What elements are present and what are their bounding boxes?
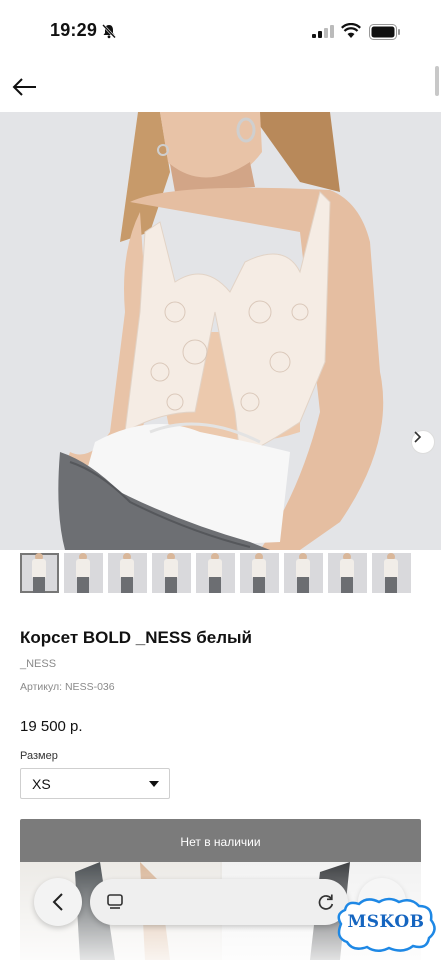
thumbnail-2[interactable] <box>64 553 103 593</box>
watermark-logo: MSKOB <box>333 894 439 956</box>
size-select[interactable]: XS <box>20 768 170 799</box>
out-of-stock-button[interactable]: Нет в наличии <box>20 819 421 865</box>
cellular-signal-icon <box>312 25 334 38</box>
chevron-right-icon <box>414 431 422 443</box>
address-bar[interactable] <box>90 879 348 925</box>
thumbnail-3[interactable] <box>108 553 147 593</box>
thumbnail-8[interactable] <box>328 553 367 593</box>
product-price: 19 500 р. <box>20 718 83 735</box>
status-time: 19:29 <box>50 20 98 40</box>
thumbnail-strip <box>20 553 411 595</box>
product-photo-illustration <box>0 112 441 550</box>
thumbnail-6[interactable] <box>240 553 279 593</box>
chevron-left-icon <box>52 893 63 911</box>
thumbnail-7[interactable] <box>284 553 323 593</box>
caret-down-icon <box>149 781 159 787</box>
thumbnail-4[interactable] <box>152 553 191 593</box>
product-brand[interactable]: _NESS <box>20 658 56 670</box>
product-article: Артикул: NESS-036 <box>20 681 115 693</box>
arrow-left-icon[interactable] <box>12 76 38 98</box>
product-main-photo[interactable] <box>0 112 441 550</box>
battery-icon <box>369 24 400 40</box>
browser-back-button[interactable] <box>34 878 82 926</box>
status-bar: 19:29 <box>0 0 441 62</box>
bell-slash-icon <box>102 24 116 39</box>
watermark-text: MSKOB <box>347 912 425 932</box>
scroll-indicator[interactable] <box>435 66 439 96</box>
size-select-value: XS <box>32 776 51 792</box>
app-header <box>0 62 441 112</box>
thumbnail-5[interactable] <box>196 553 235 593</box>
tabs-icon[interactable] <box>106 893 124 911</box>
gallery-next-button[interactable] <box>411 430 435 454</box>
thumbnail-9[interactable] <box>372 553 411 593</box>
size-label: Размер <box>20 750 58 762</box>
wifi-icon <box>341 23 361 38</box>
product-title: Корсет BOLD _NESS белый <box>20 628 252 647</box>
thumbnail-1[interactable] <box>20 553 59 593</box>
